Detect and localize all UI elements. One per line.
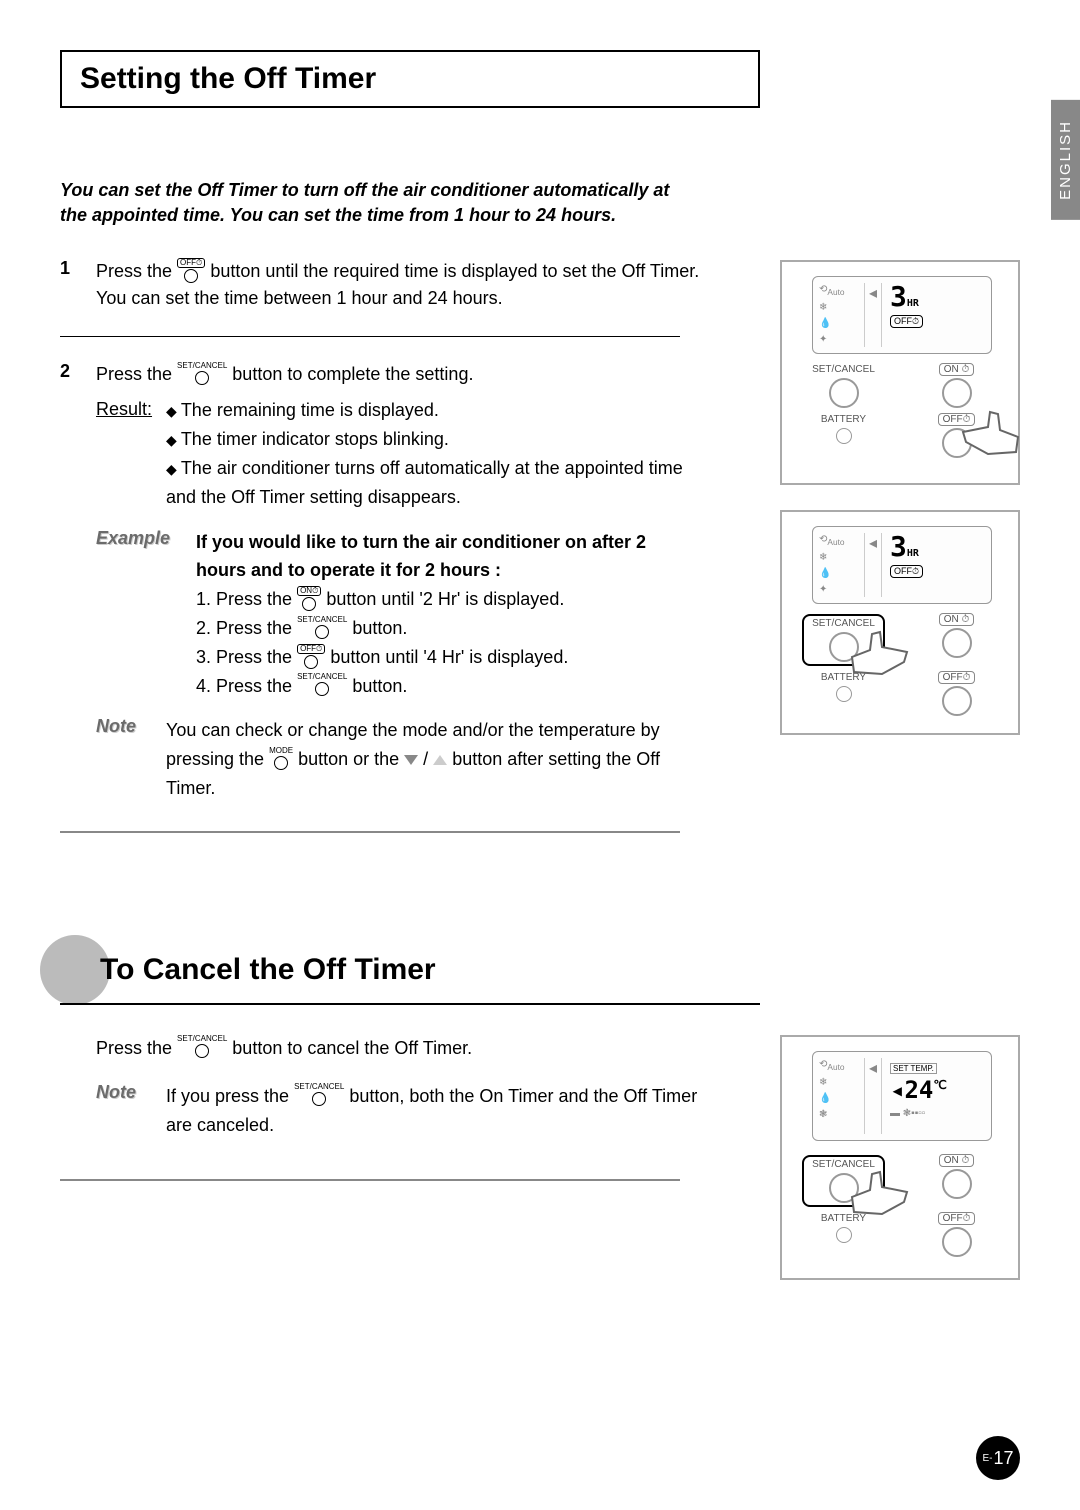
- cool-icon: ❄: [819, 301, 864, 315]
- result-3: The air conditioner turns off automatica…: [166, 458, 683, 507]
- title-box: Setting the Off Timer: [60, 50, 760, 108]
- ex-l4a: 4. Press the: [196, 676, 297, 696]
- page-number: E-17: [976, 1436, 1020, 1480]
- auto-icon: ⟲Auto: [819, 283, 864, 299]
- set-cancel-button-icon: SET/CANCEL: [177, 362, 227, 385]
- remote-off-button: OFF⏱: [915, 414, 998, 458]
- set-cancel-button-icon-4: SET/CANCEL: [177, 1035, 227, 1058]
- ex-l2b: button.: [352, 618, 407, 638]
- off-timer-button-icon-2: OFF⏱: [297, 644, 325, 669]
- remote-on-button: ON ⏱: [915, 364, 998, 408]
- step-2-text-b: button to complete the setting.: [232, 364, 473, 384]
- language-tab: ENGLISH: [1051, 100, 1080, 220]
- example-block: Example If you would like to turn the ai…: [96, 528, 700, 701]
- example-body: If you would like to turn the air condit…: [196, 528, 700, 701]
- note-2: Note If you press the SET/CANCEL button,…: [96, 1082, 700, 1140]
- note-2-label: Note: [96, 1082, 156, 1140]
- step-1-text-a: Press the: [96, 261, 177, 281]
- mode-button-icon: MODE: [269, 747, 293, 770]
- step-1-number: 1: [60, 258, 78, 312]
- temp-up-icon: [433, 755, 447, 765]
- lcd-hr-unit: HR: [907, 298, 919, 309]
- ex-l1a: 1. Press the: [196, 589, 297, 609]
- result-1: The remaining time is displayed.: [181, 400, 439, 420]
- ex-l4btn: SET/CANCEL: [297, 673, 347, 681]
- remote-illustration-3: ⟲Auto ❄💧❃ ◂ SET TEMP. ◂24℃ ▬ ❃▪▪▫▫ SET/C…: [780, 1035, 1020, 1280]
- fan-icon: ✦: [819, 333, 864, 347]
- off-timer-button-icon: OFF⏱: [177, 258, 205, 283]
- remote-lcd-2: ⟲Auto ❄💧✦ ◂ 3HR OFF⏱: [812, 526, 992, 604]
- remote-illustration-1: ⟲Auto ❄ 💧 ✦ ◂ 3HR OFF⏱ SET/CANCEL ON ⏱ B…: [780, 260, 1020, 485]
- set-cancel-button-icon-2: SET/CANCEL: [297, 616, 347, 639]
- mode-label: MODE: [269, 747, 293, 755]
- step-2-text-a: Press the: [96, 364, 177, 384]
- example-label: Example: [96, 528, 186, 701]
- lcd-arrow-icon: ◂: [864, 283, 882, 347]
- step-2-body: Press the SET/CANCEL button to complete …: [96, 361, 700, 511]
- set-cancel-button-icon-3: SET/CANCEL: [297, 673, 347, 696]
- lcd-temp-value: 24: [904, 1076, 933, 1104]
- divider-thick-2: [60, 1179, 680, 1181]
- set-cancel-button-icon-5: SET/CANCEL: [294, 1083, 344, 1106]
- cancel-btn-label: SET/CANCEL: [177, 1035, 227, 1043]
- on-timer-button-icon: ON⏱: [297, 586, 321, 611]
- temp-down-icon: [404, 755, 418, 765]
- ex-l2a: 2. Press the: [196, 618, 297, 638]
- note-1-label: Note: [96, 716, 156, 802]
- remote-lcd: ⟲Auto ❄ 💧 ✦ ◂ 3HR OFF⏱: [812, 276, 992, 354]
- example-bold: If you would like to turn the air condit…: [196, 532, 646, 581]
- result-label: Result:: [96, 396, 152, 511]
- ex-l4b: button.: [352, 676, 407, 696]
- set-cancel-label: SET/CANCEL: [177, 362, 227, 370]
- step-1-body: Press the OFF⏱ button until the required…: [96, 258, 700, 312]
- step-1: 1 Press the OFF⏱ button until the requir…: [60, 258, 700, 312]
- note2-a: If you press the: [166, 1086, 294, 1106]
- dry-icon: 💧: [819, 317, 864, 331]
- remote-set-cancel-highlighted-2: SET/CANCEL: [802, 1155, 885, 1207]
- off-timer-label: OFF⏱: [177, 258, 205, 268]
- remote-illustration-2: ⟲Auto ❄💧✦ ◂ 3HR OFF⏱ SET/CANCEL ON ⏱ BAT…: [780, 510, 1020, 735]
- ex-l3b: button until '4 Hr' is displayed.: [330, 647, 568, 667]
- step-2: 2 Press the SET/CANCEL button to complet…: [60, 361, 700, 511]
- cancel-b: button to cancel the Off Timer.: [232, 1038, 472, 1058]
- ex-l3a: 3. Press the: [196, 647, 297, 667]
- lcd-fan-icons: ▬ ❃▪▪▫▫: [890, 1108, 985, 1119]
- ex-l1btn: ON⏱: [297, 586, 321, 596]
- divider: [60, 336, 680, 337]
- result-2: The timer indicator stops blinking.: [181, 429, 449, 449]
- section-2-title: To Cancel the Off Timer: [60, 953, 760, 1005]
- remote-set-cancel-button: SET/CANCEL: [802, 364, 885, 408]
- lcd-off-indicator: OFF⏱: [890, 315, 923, 328]
- ex-l1b: button until '2 Hr' is displayed.: [326, 589, 564, 609]
- note-1: Note You can check or change the mode an…: [96, 716, 700, 802]
- note2-btn: SET/CANCEL: [294, 1083, 344, 1091]
- intro-text: You can set the Off Timer to turn off th…: [60, 178, 680, 228]
- cancel-instruction: Press the SET/CANCEL button to cancel th…: [96, 1035, 700, 1062]
- remote-lcd-3: ⟲Auto ❄💧❃ ◂ SET TEMP. ◂24℃ ▬ ❃▪▪▫▫: [812, 1051, 992, 1141]
- note-2-body: If you press the SET/CANCEL button, both…: [166, 1082, 700, 1140]
- lcd-set-temp-label: SET TEMP.: [890, 1063, 937, 1074]
- lcd-hours-2: 3: [890, 530, 907, 563]
- cancel-a: Press the: [96, 1038, 177, 1058]
- section-cancel: To Cancel the Off Timer Press the SET/CA…: [60, 953, 700, 1182]
- result-list: ◆The remaining time is displayed. ◆The t…: [166, 396, 700, 511]
- page-title: Setting the Off Timer: [80, 62, 740, 96]
- step-2-number: 2: [60, 361, 78, 511]
- ex-l3btn: OFF⏱: [297, 644, 325, 654]
- lcd-hours: 3: [890, 280, 907, 313]
- note-1-body: You can check or change the mode and/or …: [166, 716, 700, 802]
- remote-set-cancel-highlighted: SET/CANCEL: [802, 614, 885, 666]
- note1-b: button or the: [298, 749, 404, 769]
- remote-battery-label: BATTERY: [802, 414, 885, 458]
- divider-thick: [60, 831, 680, 833]
- ex-l2btn: SET/CANCEL: [297, 616, 347, 624]
